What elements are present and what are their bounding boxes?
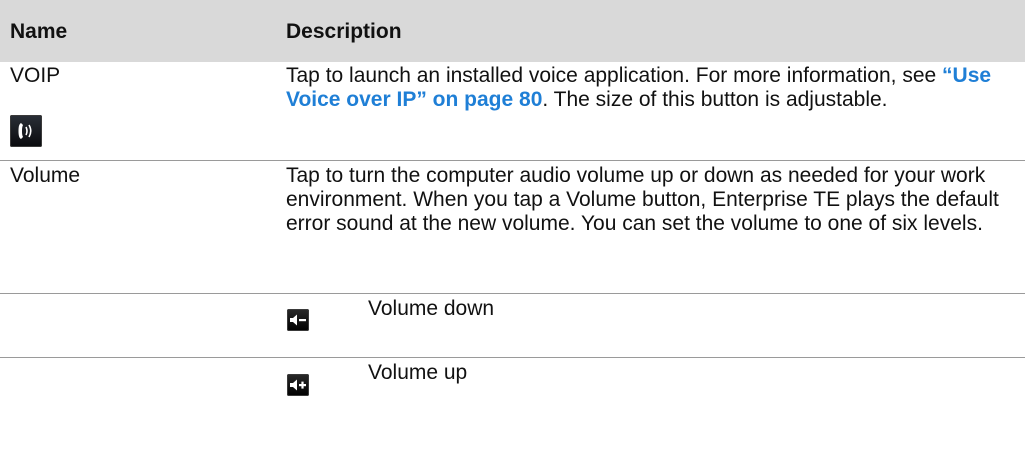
phone-speaker-icon (10, 115, 42, 147)
table-header-row: Name Description (0, 0, 1025, 62)
row-divider (0, 357, 1025, 358)
voip-description-text: Tap to launch an installed voice applica… (286, 64, 943, 87)
volume-down-label: Volume down (368, 297, 495, 320)
voip-description-text-end: . The size of this button is adjustable. (542, 88, 888, 111)
volume-up-icon (287, 374, 309, 396)
volume-down-icon (287, 309, 309, 331)
row-divider (0, 293, 1025, 294)
volume-up-label: Volume up (368, 361, 468, 384)
row-name-voip: VOIP (10, 64, 61, 87)
row-name-volume: Volume (10, 164, 81, 187)
column-header-name: Name (10, 20, 68, 43)
row-description-volume: Tap to turn the computer audio volume up… (286, 164, 999, 235)
column-header-description: Description (286, 20, 402, 43)
row-description-voip: Tap to launch an installed voice applica… (286, 64, 1016, 112)
row-divider (0, 160, 1025, 161)
